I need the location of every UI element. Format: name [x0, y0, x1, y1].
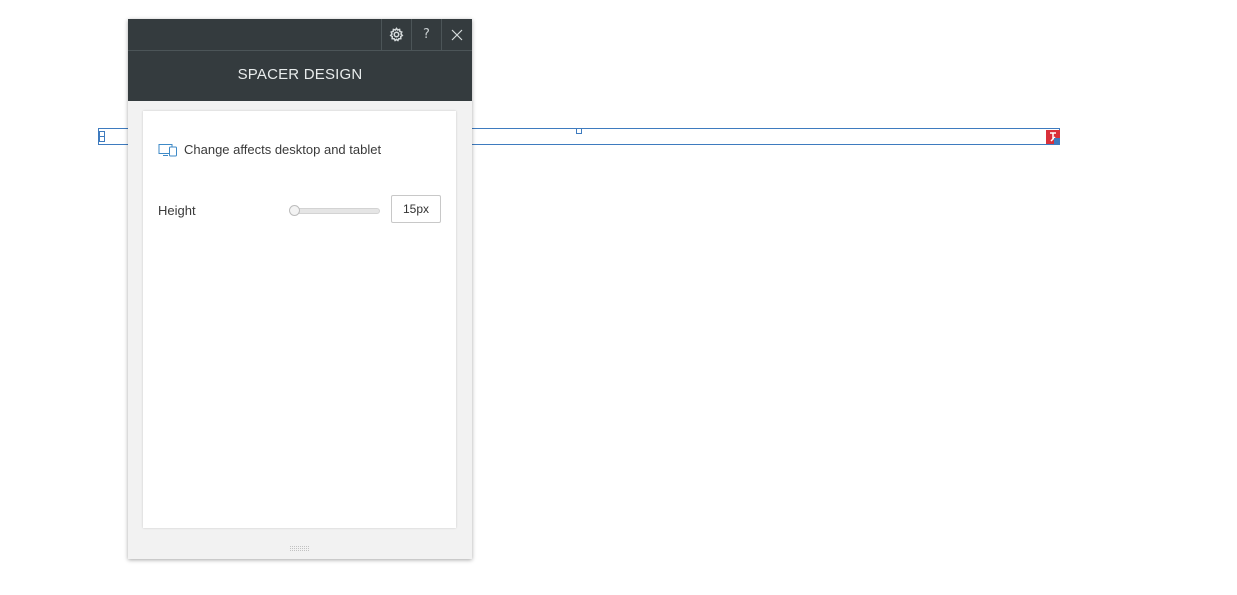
editor-canvas: ? SPACER DESIGN Change affects desktop a… — [0, 0, 1237, 595]
panel-header[interactable]: ? SPACER DESIGN — [128, 19, 472, 101]
close-icon — [451, 29, 462, 40]
desktop-tablet-icon — [158, 143, 178, 157]
help-button[interactable]: ? — [411, 19, 441, 50]
panel-toolbar: ? — [128, 19, 472, 51]
spacer-action-button[interactable] — [1046, 130, 1060, 144]
device-scope-text: Change affects desktop and tablet — [184, 142, 382, 157]
pin-icon — [1050, 132, 1056, 142]
spacer-design-panel: ? SPACER DESIGN Change affects desktop a… — [128, 19, 472, 559]
height-slider-thumb[interactable] — [289, 205, 300, 216]
help-label: ? — [423, 27, 430, 42]
panel-content: Change affects desktop and tablet Height — [143, 111, 456, 528]
panel-title: SPACER DESIGN — [237, 66, 363, 83]
height-label: Height — [158, 203, 196, 218]
panel-resize-grip[interactable] — [290, 546, 310, 551]
settings-button[interactable] — [381, 19, 411, 50]
height-slider[interactable] — [289, 205, 380, 216]
device-scope-note: Change affects desktop and tablet — [158, 142, 381, 157]
resize-handle-top[interactable] — [576, 128, 582, 134]
height-control-row: Height — [158, 195, 441, 225]
close-button[interactable] — [441, 19, 471, 50]
gear-icon — [389, 27, 404, 42]
resize-handle-left-bottom[interactable] — [99, 136, 105, 142]
height-value-input[interactable] — [391, 195, 441, 223]
